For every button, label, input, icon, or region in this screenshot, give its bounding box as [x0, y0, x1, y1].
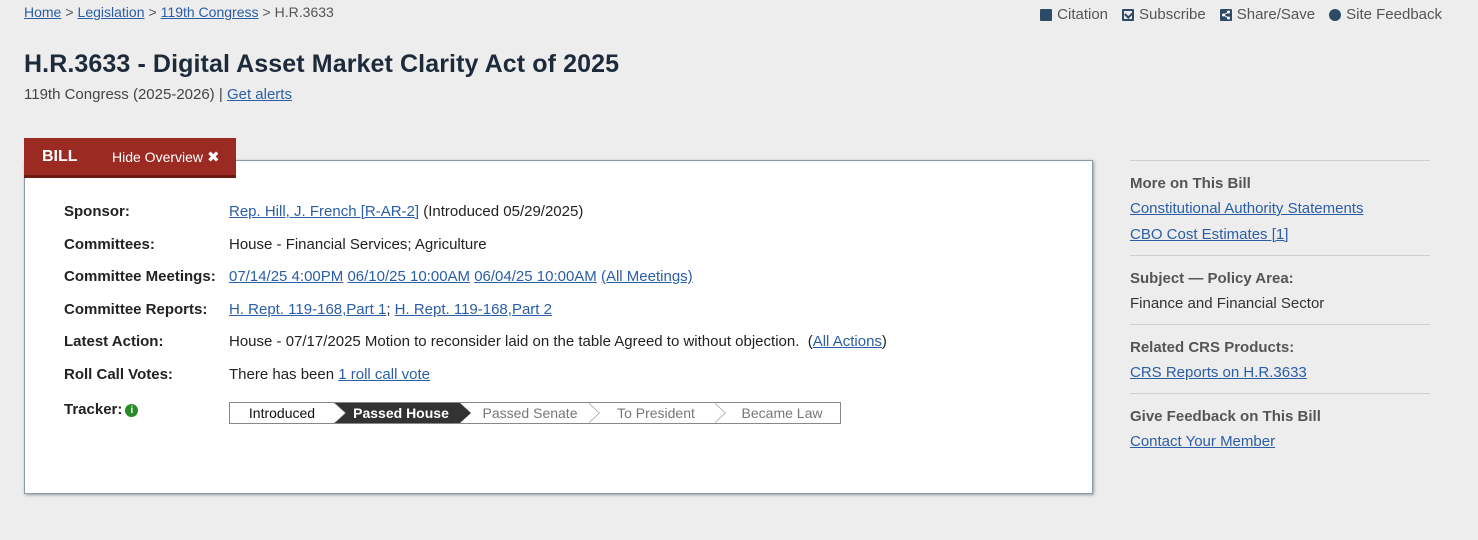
latest-action-text: House - 07/17/2025 Motion to reconsider …: [229, 333, 800, 350]
roll-call-vote-link[interactable]: 1 roll call vote: [338, 366, 430, 383]
tracker-step-label: Became Law: [741, 405, 823, 421]
roll-call-votes-row: Roll Call Votes: There has been 1 roll c…: [64, 366, 430, 383]
tracker-step-to-president: To President: [588, 403, 726, 423]
sponsor-row: Sponsor: Rep. Hill, J. French [R-AR-2] (…: [64, 203, 583, 220]
crs-products-heading: Related CRS Products:: [1130, 339, 1295, 356]
meeting-link[interactable]: 06/10/25 10:00AM: [347, 268, 470, 285]
tracker-step-passed-senate: Passed Senate: [460, 403, 600, 423]
envelope-icon: [1122, 8, 1135, 21]
breadcrumb-congress-link[interactable]: 119th Congress: [161, 4, 259, 20]
contact-member-link[interactable]: Contact Your Member: [1130, 433, 1275, 450]
sidebar: More on This Bill Constitutional Authori…: [1130, 160, 1430, 462]
latest-action-label: Latest Action:: [64, 333, 164, 350]
bill-overview-panel: Sponsor: Rep. Hill, J. French [R-AR-2] (…: [24, 160, 1093, 494]
all-actions-paren-close: ): [881, 333, 887, 350]
site-feedback-button[interactable]: Site Feedback: [1329, 6, 1442, 23]
bill-tracker: Introduced Passed House Passed Senate To…: [229, 402, 841, 424]
sponsor-introduced: (Introduced 05/29/2025): [419, 203, 584, 220]
meeting-link[interactable]: 07/14/25 4:00PM: [229, 268, 343, 285]
citation-icon: [1040, 8, 1053, 21]
tab-bill[interactable]: BILL: [24, 148, 112, 166]
committee-reports-label: Committee Reports:: [64, 301, 208, 318]
tracker-step-label: Passed Senate: [482, 405, 578, 421]
page-tools: Citation Subscribe Share/Save Site Feedb…: [1040, 6, 1442, 23]
breadcrumb-legislation-link[interactable]: Legislation: [78, 4, 145, 20]
sponsor-label: Sponsor:: [64, 203, 130, 220]
site-feedback-label: Site Feedback: [1346, 6, 1442, 23]
tracker-step-label: To President: [617, 405, 695, 421]
breadcrumb-separator: >: [148, 4, 157, 20]
citation-label: Citation: [1057, 6, 1109, 23]
committee-reports-value: H. Rept. 119-168,Part 1; H. Rept. 119-16…: [229, 301, 552, 318]
latest-action-value: House - 07/17/2025 Motion to reconsider …: [229, 333, 887, 350]
bill-tab-bar: BILL Hide Overview ✖: [24, 138, 236, 178]
roll-call-votes-value: There has been 1 roll call vote: [229, 366, 430, 383]
citation-button[interactable]: Citation: [1040, 6, 1108, 23]
congress-session: 119th Congress (2025-2026): [24, 86, 215, 103]
share-button[interactable]: Share/Save: [1219, 6, 1316, 23]
roll-call-votes-label: Roll Call Votes:: [64, 366, 173, 383]
report-separator: ;: [386, 301, 391, 318]
subject-section: Subject — Policy Area: Finance and Finan…: [1130, 255, 1430, 324]
committee-meetings-label: Committee Meetings:: [64, 268, 216, 285]
crs-reports-link[interactable]: CRS Reports on H.R.3633: [1130, 364, 1307, 381]
more-on-bill-section: More on This Bill Constitutional Authori…: [1130, 160, 1430, 255]
subscribe-label: Subscribe: [1139, 6, 1206, 23]
tracker-step-label: Introduced: [248, 405, 316, 421]
subscribe-button[interactable]: Subscribe: [1122, 6, 1206, 23]
tracker-row: Tracker: i: [64, 401, 229, 418]
committee-meetings-row: Committee Meetings: 07/14/25 4:00PM 06/1…: [64, 268, 693, 285]
tracker-step-label: Passed House: [353, 405, 449, 421]
hide-overview-button[interactable]: Hide Overview ✖: [112, 148, 220, 166]
breadcrumb-current: H.R.3633: [274, 4, 334, 20]
sponsor-value: Rep. Hill, J. French [R-AR-2] (Introduce…: [229, 203, 583, 220]
tracker-step-became-law: Became Law: [714, 403, 840, 423]
crs-products-section: Related CRS Products: CRS Reports on H.R…: [1130, 324, 1430, 393]
breadcrumb-home-link[interactable]: Home: [24, 4, 61, 20]
tracker-label-wrap: Tracker: i: [64, 401, 229, 418]
constitutional-authority-link[interactable]: Constitutional Authority Statements: [1130, 200, 1363, 217]
subject-value: Finance and Financial Sector: [1130, 295, 1325, 312]
give-feedback-section: Give Feedback on This Bill Contact Your …: [1130, 393, 1430, 462]
breadcrumb-separator: >: [65, 4, 74, 20]
tracker-step-passed-house: Passed House: [334, 403, 471, 423]
share-icon: [1219, 8, 1232, 21]
all-meetings-link[interactable]: (All Meetings): [601, 268, 693, 285]
bill-subtitle: 119th Congress (2025-2026) | Get alerts: [24, 86, 292, 103]
tracker-step-introduced: Introduced: [230, 403, 346, 423]
close-icon: ✖: [207, 148, 220, 166]
sponsor-link[interactable]: Rep. Hill, J. French [R-AR-2]: [229, 203, 419, 220]
get-alerts-link[interactable]: Get alerts: [227, 86, 292, 103]
committees-label: Committees:: [64, 236, 155, 253]
latest-action-row: Latest Action: House - 07/17/2025 Motion…: [64, 333, 887, 350]
tracker-label: Tracker:: [64, 401, 123, 418]
share-label: Share/Save: [1236, 6, 1316, 23]
votes-prefix: There has been: [229, 366, 339, 383]
all-actions-link[interactable]: All Actions: [813, 333, 882, 350]
breadcrumb-separator: >: [262, 4, 271, 20]
report-link[interactable]: H. Rept. 119-168,Part 1: [229, 301, 386, 318]
info-icon[interactable]: i: [125, 404, 139, 417]
committee-reports-row: Committee Reports: H. Rept. 119-168,Part…: [64, 301, 552, 318]
more-on-bill-heading: More on This Bill: [1130, 175, 1251, 192]
subtitle-divider: |: [218, 86, 223, 103]
hide-overview-label: Hide Overview: [112, 148, 204, 165]
meeting-link[interactable]: 06/04/25 10:00AM: [474, 268, 597, 285]
report-link[interactable]: H. Rept. 119-168,Part 2: [395, 301, 552, 318]
committees-row: Committees: House - Financial Services; …: [64, 236, 487, 253]
subject-heading: Subject — Policy Area:: [1130, 270, 1294, 287]
committees-value: House - Financial Services; Agriculture: [229, 236, 487, 253]
give-feedback-heading: Give Feedback on This Bill: [1130, 408, 1321, 425]
breadcrumb: Home > Legislation >119th Congress > H.R.3633: [24, 4, 334, 20]
speech-bubble-icon: [1329, 8, 1342, 21]
page-title: H.R.3633 - Digital Asset Market Clarity …: [24, 50, 620, 78]
committee-meetings-value: 07/14/25 4:00PM 06/10/25 10:00AM 06/04/2…: [229, 268, 693, 285]
cbo-cost-estimates-link[interactable]: CBO Cost Estimates [1]: [1130, 226, 1288, 243]
